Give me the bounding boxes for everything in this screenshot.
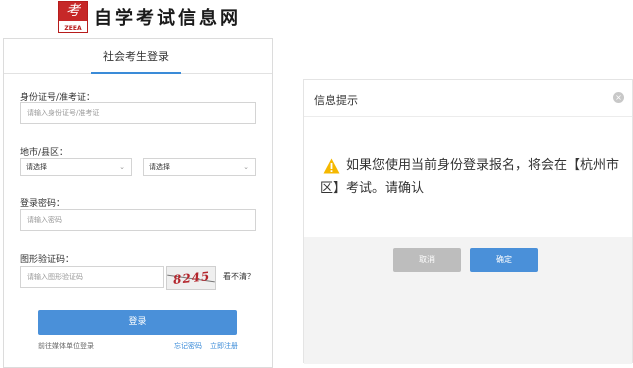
district-select[interactable]: 请选择 ⌄: [143, 158, 256, 176]
password-input[interactable]: 请输入密码: [20, 209, 256, 231]
close-icon[interactable]: ×: [613, 92, 624, 103]
cancel-button[interactable]: 取消: [393, 248, 461, 272]
captcha-code: 8245: [172, 269, 212, 287]
forgot-password-link[interactable]: 忘记密码: [174, 341, 202, 351]
logo-brand-text: ZEEA: [64, 25, 82, 32]
password-label: 登录密码：: [20, 199, 66, 209]
chevron-down-icon: ⌄: [119, 163, 125, 171]
login-button[interactable]: 登录: [38, 310, 237, 335]
chevron-down-icon: ⌄: [243, 163, 249, 171]
site-name: 自学考试信息网: [94, 8, 241, 29]
district-select-value: 请选择: [149, 163, 170, 171]
tab-social-candidate-login[interactable]: 社会考生登录: [86, 39, 186, 74]
captcha-refresh-link[interactable]: 看不清？: [223, 271, 255, 282]
site-brand: 考 ZEEA 自学考试信息网: [58, 0, 241, 34]
login-panel: 社会考生登录 身份证号/准考证： 请输入身份证号/准考证 地市/县区： 请选择 …: [3, 38, 273, 368]
dialog-message: 如果您使用当前身份登录报名，将会在【杭州市区】考试。请确认: [320, 158, 620, 196]
info-dialog: 信息提示 × 如果您使用当前身份登录报名，将会在【杭州市区】考试。请确认 取消 …: [303, 79, 633, 364]
login-tab-bar: 社会考生登录: [4, 39, 272, 74]
dialog-footer: 取消 确定: [304, 237, 632, 364]
captcha-input[interactable]: 请输入图形验证码: [20, 266, 164, 288]
dialog-divider: [304, 116, 632, 117]
captcha-label: 图形验证码：: [20, 255, 75, 265]
city-select-value: 请选择: [26, 163, 47, 171]
confirm-button[interactable]: 确定: [470, 248, 538, 272]
city-select[interactable]: 请选择 ⌄: [20, 158, 132, 176]
id-number-input[interactable]: 请输入身份证号/准考证: [20, 102, 256, 124]
site-logo: 考 ZEEA: [58, 1, 88, 33]
unit-login-link[interactable]: 前往媒体单位登录: [38, 341, 94, 351]
captcha-image[interactable]: 8245: [166, 266, 216, 290]
dialog-title: 信息提示: [314, 94, 358, 107]
register-link[interactable]: 立即注册: [210, 341, 238, 351]
region-label: 地市/县区：: [20, 148, 69, 158]
logo-mark: 考: [59, 2, 87, 21]
